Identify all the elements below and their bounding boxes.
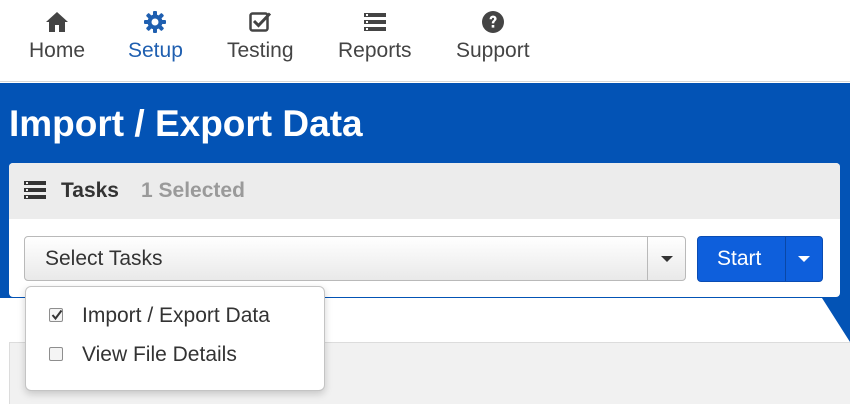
task-option-label: View File Details <box>82 343 237 366</box>
select-tasks-toggle[interactable] <box>647 237 685 280</box>
tasks-title: Tasks <box>61 179 119 202</box>
list-icon <box>363 13 386 31</box>
nav-reports-label: Reports <box>338 39 412 62</box>
nav-testing[interactable]: Testing <box>227 10 294 64</box>
check-square-icon <box>249 12 272 32</box>
task-option-view-file-details[interactable]: View File Details <box>46 341 316 371</box>
tasks-selected-count: 1 Selected <box>141 179 245 202</box>
home-icon <box>46 12 69 32</box>
question-circle-icon <box>481 11 504 33</box>
task-option-checkbox[interactable] <box>49 347 63 361</box>
nav-support-label: Support <box>456 39 530 62</box>
task-option-import-export[interactable]: Import / Export Data <box>46 302 316 332</box>
task-option-label: Import / Export Data <box>82 304 270 327</box>
chevron-down-icon <box>661 256 673 262</box>
nav-home[interactable]: Home <box>29 10 85 64</box>
nav-support[interactable]: Support <box>456 10 530 64</box>
nav-testing-label: Testing <box>227 39 294 62</box>
select-tasks-dropdown[interactable]: Select Tasks <box>24 236 686 281</box>
top-nav: Home Setup Testing Reports Support <box>0 0 850 82</box>
nav-divider <box>0 81 850 82</box>
nav-home-label: Home <box>29 39 86 62</box>
start-split-button: Start <box>697 236 823 282</box>
tasks-dropdown-menu: Import / Export Data View File Details <box>25 286 325 391</box>
check-icon <box>51 309 63 321</box>
start-button[interactable]: Start <box>717 247 761 271</box>
nav-setup-label: Setup <box>128 39 183 62</box>
nav-setup[interactable]: Setup <box>128 10 183 64</box>
tasks-panel-header: Tasks 1 Selected <box>9 163 840 219</box>
list-icon <box>24 181 46 199</box>
chevron-down-icon <box>798 256 810 262</box>
nav-reports[interactable]: Reports <box>338 10 412 64</box>
page-title: Import / Export Data <box>9 103 363 144</box>
select-tasks-placeholder: Select Tasks <box>45 247 163 270</box>
gear-icon <box>144 11 167 33</box>
start-options-toggle[interactable] <box>786 237 823 281</box>
task-option-checkbox[interactable] <box>49 308 63 322</box>
